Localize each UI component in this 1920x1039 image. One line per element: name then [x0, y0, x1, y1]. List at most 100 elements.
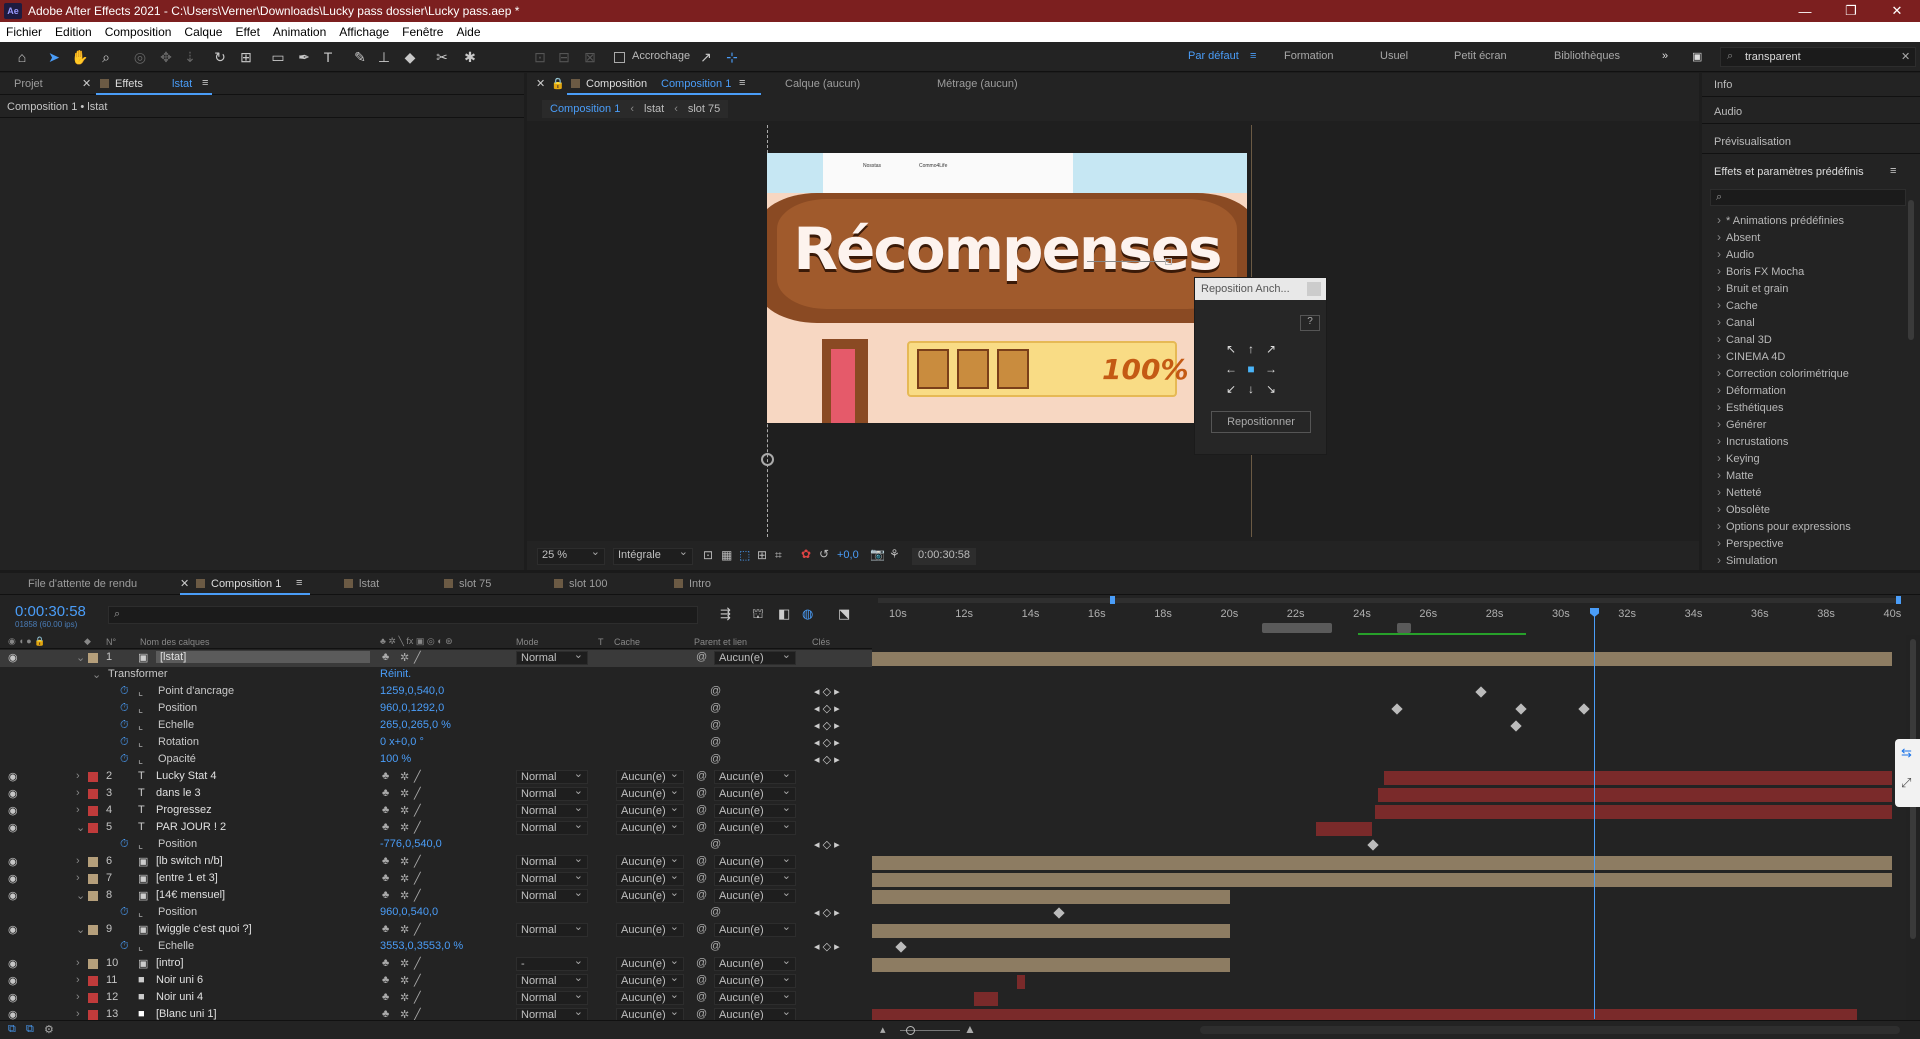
- pickwhip-icon[interactable]: @: [696, 787, 707, 799]
- viewer-timecode[interactable]: 0:00:30:58: [912, 548, 976, 565]
- pickwhip-icon[interactable]: @: [696, 872, 707, 884]
- layer-duration-bar[interactable]: [872, 958, 1230, 972]
- anchor-top-icon[interactable]: ↑: [1241, 342, 1261, 362]
- expand-toggle-icon[interactable]: ›: [76, 991, 80, 1003]
- collapse-switch-icon[interactable]: ✲: [400, 651, 409, 664]
- sync-icon[interactable]: ⇆: [1901, 745, 1912, 761]
- name-column-header[interactable]: Nom des calques: [140, 637, 210, 647]
- expand-icon[interactable]: ⤢: [1901, 775, 1911, 791]
- marker-cluster[interactable]: [1397, 623, 1411, 633]
- layer-duration-bar[interactable]: [1378, 788, 1892, 802]
- track-matte-select[interactable]: Aucun(e): [616, 921, 684, 937]
- pickwhip-icon[interactable]: @: [696, 923, 707, 935]
- channels-icon[interactable]: ✿: [801, 547, 811, 561]
- mode-select[interactable]: Normal: [516, 921, 588, 937]
- tab-render-queue[interactable]: File d'attente de rendu: [28, 578, 137, 590]
- zoom-tool-icon[interactable]: ⌕: [96, 47, 116, 67]
- label-color[interactable]: [88, 976, 98, 986]
- parent-select[interactable]: Aucun(e): [714, 819, 796, 835]
- quality-switch-icon[interactable]: ╱: [414, 804, 421, 817]
- effect-category-16[interactable]: Netteté: [1717, 485, 1761, 499]
- reposition-help-button[interactable]: ?: [1300, 315, 1320, 331]
- transparency-grid-icon[interactable]: ▦: [721, 548, 732, 562]
- collapse-switch-icon[interactable]: ✲: [400, 889, 409, 902]
- visibility-eye-icon[interactable]: ◉: [8, 974, 18, 987]
- snapping-checkbox[interactable]: [614, 52, 625, 63]
- quality-switch-icon[interactable]: ╱: [414, 770, 421, 783]
- layer-row[interactable]: ◉ › 12 ■ Noir uni 4 ♣ ✲ ╱ Normal Aucun(e) @ Aucun(e…: [0, 989, 872, 1007]
- layer-name[interactable]: [lstat]: [156, 651, 370, 663]
- layer-name[interactable]: [Blanc uni 1]: [156, 1008, 217, 1020]
- property-value[interactable]: 1259,0,540,0: [380, 685, 444, 697]
- minimize-button[interactable]: —: [1782, 0, 1828, 22]
- crumb-composition-1[interactable]: Composition 1: [550, 103, 620, 115]
- panel-menu-icon[interactable]: ≡: [202, 77, 208, 89]
- menu-fichier[interactable]: Fichier: [6, 25, 42, 39]
- menu-composition[interactable]: Composition: [105, 25, 172, 39]
- keyframe[interactable]: [1391, 703, 1403, 715]
- track-matte-select[interactable]: Aucun(e): [616, 802, 684, 818]
- workspace-menu-icon[interactable]: ≡: [1250, 50, 1256, 62]
- layer-row[interactable]: ◉ › 4 T Progressez ♣ ✲ ╱ Normal Aucun(e) @ Aucun(e): [0, 802, 872, 820]
- layer-name[interactable]: [wiggle c'est quoi ?]: [156, 923, 252, 935]
- parent-select[interactable]: Aucun(e): [714, 921, 796, 937]
- anchor-point-icon[interactable]: [761, 453, 774, 466]
- crumb-slot75[interactable]: slot 75: [688, 103, 720, 115]
- parent-select[interactable]: Aucun(e): [714, 955, 796, 971]
- layer-row[interactable]: ◉ › 7 ▣ [entre 1 et 3] ♣ ✲ ╱ Normal Aucun(e) @ Aucu…: [0, 870, 872, 888]
- layer-duration-bar[interactable]: [1316, 822, 1372, 836]
- graph-icon[interactable]: ⌞: [138, 685, 143, 698]
- anchor-tool-icon[interactable]: ⊞: [236, 47, 256, 67]
- quality-switch-icon[interactable]: ╱: [414, 991, 421, 1004]
- effect-category-6[interactable]: Canal: [1717, 315, 1755, 329]
- tab-intro[interactable]: Intro: [674, 578, 711, 590]
- pickwhip-icon[interactable]: @: [696, 855, 707, 867]
- collapse-switch-icon[interactable]: ✲: [400, 974, 409, 987]
- layer-duration-bar[interactable]: [872, 1009, 1857, 1020]
- property-value[interactable]: 0 x+0,0 °: [380, 736, 424, 748]
- parent-select[interactable]: Aucun(e): [714, 802, 796, 818]
- zoom-out-icon[interactable]: ▴: [880, 1023, 886, 1036]
- tab-metrage[interactable]: Métrage (aucun): [937, 78, 1018, 90]
- mode-select[interactable]: Normal: [516, 1006, 588, 1020]
- toggle-modes-icon[interactable]: ⧉: [26, 1023, 34, 1036]
- rectangle-tool-icon[interactable]: ▭: [268, 47, 288, 67]
- keyframe[interactable]: [1578, 703, 1590, 715]
- layer-name[interactable]: Lucky Stat 4: [156, 770, 217, 782]
- anchor-right-icon[interactable]: →: [1261, 362, 1281, 382]
- layer-duration-bar[interactable]: [872, 924, 1230, 938]
- shy-switch-icon[interactable]: ♣: [382, 804, 389, 816]
- shy-switch-icon[interactable]: ♣: [382, 991, 389, 1003]
- expand-toggle-icon[interactable]: ⌄: [76, 651, 85, 664]
- shy-switch-icon[interactable]: ♣: [382, 855, 389, 867]
- graph-icon[interactable]: ⌞: [138, 940, 143, 953]
- layer-duration-bar[interactable]: [1384, 771, 1892, 785]
- stopwatch-icon[interactable]: ⏱: [120, 719, 129, 732]
- expand-toggle-icon[interactable]: ›: [76, 957, 80, 969]
- effect-category-1[interactable]: Absent: [1717, 230, 1760, 244]
- mode-select[interactable]: Normal: [516, 989, 588, 1005]
- keyframe[interactable]: [1367, 839, 1379, 851]
- mode-select[interactable]: Normal: [516, 785, 588, 801]
- layer-row[interactable]: ◉ ⌄ 9 ▣ [wiggle c'est quoi ?] ♣ ✲ ╱ Normal Aucun(…: [0, 921, 872, 939]
- close-tab-icon[interactable]: ✕: [82, 77, 91, 90]
- expand-toggle-icon[interactable]: ›: [76, 787, 80, 799]
- pickwhip-icon[interactable]: @: [696, 974, 707, 986]
- tab-composition-1[interactable]: Composition 1: [196, 578, 281, 590]
- graph-icon[interactable]: ⌞: [138, 719, 143, 732]
- eraser-tool-icon[interactable]: ◆: [400, 47, 420, 67]
- expression-icon[interactable]: @: [710, 685, 721, 697]
- work-area-bar[interactable]: [878, 598, 1898, 603]
- effect-category-18[interactable]: Options pour expressions: [1717, 519, 1851, 533]
- effect-category-8[interactable]: CINEMA 4D: [1717, 349, 1785, 363]
- graph-icon[interactable]: ⌞: [138, 753, 143, 766]
- layer-name[interactable]: [intro]: [156, 957, 184, 969]
- pickwhip-icon[interactable]: @: [696, 770, 707, 782]
- workspace-default[interactable]: Par défaut: [1188, 50, 1239, 62]
- keyframe[interactable]: [1475, 686, 1487, 698]
- stopwatch-icon[interactable]: ⏱: [120, 753, 129, 766]
- crumb-lstat[interactable]: lstat: [644, 103, 664, 115]
- quality-switch-icon[interactable]: ╱: [414, 651, 421, 664]
- home-icon[interactable]: ⌂: [12, 47, 32, 67]
- label-color[interactable]: [88, 823, 98, 833]
